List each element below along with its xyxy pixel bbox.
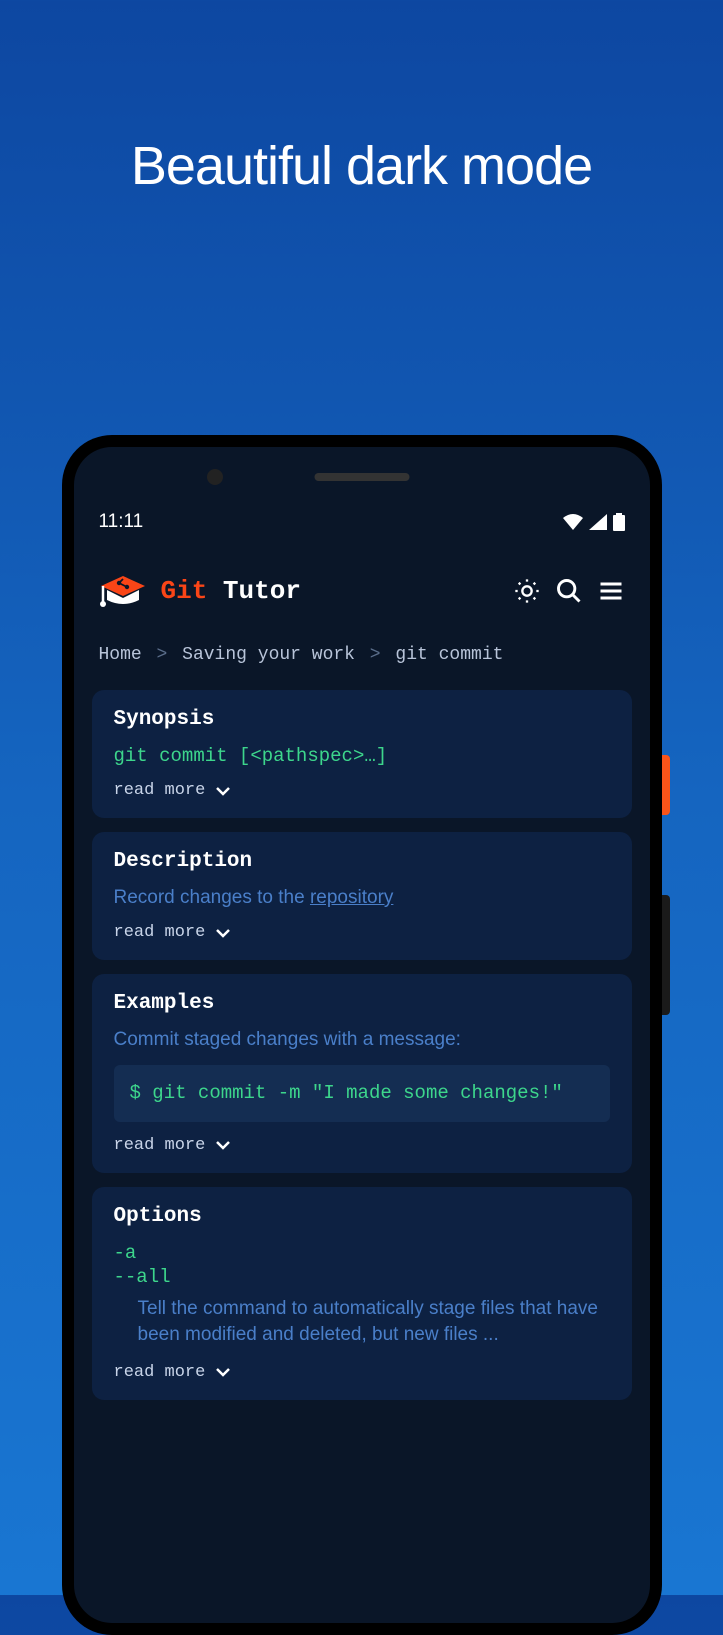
breadcrumb-page: git commit bbox=[395, 645, 503, 665]
search-button[interactable] bbox=[555, 577, 583, 605]
phone-camera bbox=[207, 469, 223, 485]
app-header: Git Tutor bbox=[74, 537, 650, 630]
breadcrumb-section[interactable]: Saving your work bbox=[182, 645, 355, 665]
sun-icon bbox=[513, 577, 541, 605]
chevron-down-icon bbox=[215, 1367, 231, 1377]
app-name-tutor: Tutor bbox=[223, 576, 301, 606]
examples-text: Commit staged changes with a message: bbox=[114, 1029, 610, 1051]
app-name-git: Git bbox=[161, 576, 208, 606]
options-title: Options bbox=[114, 1205, 610, 1228]
chevron-down-icon bbox=[215, 786, 231, 796]
wifi-icon bbox=[563, 514, 583, 530]
description-text-part: Record changes to the bbox=[114, 887, 310, 908]
breadcrumb-sep: > bbox=[157, 645, 168, 665]
breadcrumb-sep: > bbox=[370, 645, 381, 665]
phone-frame: 11:11 bbox=[62, 435, 662, 1635]
phone-screen: 11:11 bbox=[74, 447, 650, 1623]
theme-toggle-button[interactable] bbox=[513, 577, 541, 605]
synopsis-code: git commit [<pathspec>…] bbox=[114, 745, 610, 767]
option-flag-short: -a bbox=[114, 1242, 610, 1264]
options-card: Options -a --all Tell the command to aut… bbox=[92, 1187, 632, 1400]
examples-title: Examples bbox=[114, 992, 610, 1015]
repository-link[interactable]: repository bbox=[310, 887, 393, 908]
signal-icon bbox=[589, 514, 607, 530]
app-name: Git Tutor bbox=[161, 576, 499, 606]
read-more-label: read more bbox=[114, 1363, 206, 1382]
description-title: Description bbox=[114, 850, 610, 873]
promo-title: Beautiful dark mode bbox=[0, 135, 723, 197]
battery-icon bbox=[613, 513, 625, 531]
breadcrumb: Home > Saving your work > git commit bbox=[74, 630, 650, 690]
examples-code: $ git commit -m "I made some changes!" bbox=[114, 1065, 610, 1122]
examples-read-more[interactable]: read more bbox=[114, 1136, 610, 1155]
options-read-more[interactable]: read more bbox=[114, 1363, 610, 1382]
synopsis-read-more[interactable]: read more bbox=[114, 781, 610, 800]
search-icon bbox=[555, 577, 583, 605]
hamburger-icon bbox=[597, 577, 625, 605]
description-read-more[interactable]: read more bbox=[114, 923, 610, 942]
chevron-down-icon bbox=[215, 928, 231, 938]
status-bar: 11:11 bbox=[74, 507, 650, 537]
status-time: 11:11 bbox=[99, 511, 144, 533]
synopsis-title: Synopsis bbox=[114, 708, 610, 731]
phone-speaker bbox=[314, 473, 409, 481]
description-text: Record changes to the repository bbox=[114, 887, 610, 909]
read-more-label: read more bbox=[114, 923, 206, 942]
content-cards: Synopsis git commit [<pathspec>…] read m… bbox=[74, 690, 650, 1400]
chevron-down-icon bbox=[215, 1140, 231, 1150]
logo-icon bbox=[99, 572, 147, 610]
phone-volume-button bbox=[662, 895, 670, 1015]
examples-card: Examples Commit staged changes with a me… bbox=[92, 974, 632, 1173]
read-more-label: read more bbox=[114, 781, 206, 800]
synopsis-card: Synopsis git commit [<pathspec>…] read m… bbox=[92, 690, 632, 818]
phone-power-button bbox=[662, 755, 670, 815]
menu-button[interactable] bbox=[597, 577, 625, 605]
description-card: Description Record changes to the reposi… bbox=[92, 832, 632, 960]
option-flag-long: --all bbox=[114, 1266, 610, 1288]
status-icons bbox=[563, 513, 625, 531]
option-description: Tell the command to automatically stage … bbox=[114, 1296, 610, 1349]
breadcrumb-home[interactable]: Home bbox=[99, 645, 142, 665]
read-more-label: read more bbox=[114, 1136, 206, 1155]
